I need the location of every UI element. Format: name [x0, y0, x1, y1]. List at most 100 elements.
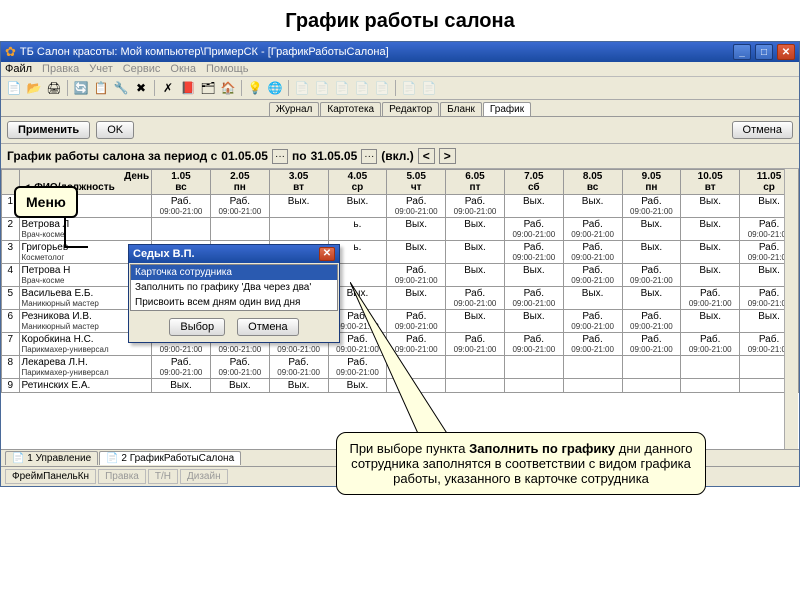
menu-account[interactable]: Учет: [89, 63, 113, 75]
schedule-cell[interactable]: [504, 356, 563, 379]
tab-blank[interactable]: Бланк: [440, 102, 482, 116]
schedule-cell[interactable]: Раб.09:00-21:00: [210, 356, 269, 379]
schedule-cell[interactable]: Вых.: [622, 241, 681, 264]
schedule-cell[interactable]: Вых.: [681, 310, 740, 333]
schedule-cell[interactable]: [387, 379, 446, 393]
schedule-cell[interactable]: Вых.: [210, 379, 269, 393]
popup-close-button[interactable]: ✕: [319, 247, 335, 261]
cancel-icon[interactable]: ✖: [132, 79, 150, 97]
doc-icon[interactable]: 📋: [92, 79, 110, 97]
refresh-icon[interactable]: 🔄: [72, 79, 90, 97]
vertical-scrollbar[interactable]: [784, 169, 798, 449]
schedule-cell[interactable]: Раб.09:00-21:00: [152, 195, 211, 218]
schedule-cell[interactable]: ь.: [328, 218, 387, 241]
schedule-cell[interactable]: Раб.09:00-21:00: [563, 310, 622, 333]
cancel-button[interactable]: Отмена: [732, 121, 793, 139]
doc3-icon[interactable]: 📄: [313, 79, 331, 97]
schedule-cell[interactable]: Вых.: [328, 195, 387, 218]
schedule-cell[interactable]: Раб.09:00-21:00: [504, 333, 563, 356]
schedule-cell[interactable]: Раб.09:00-21:00: [210, 195, 269, 218]
schedule-cell[interactable]: Раб.09:00-21:00: [563, 218, 622, 241]
from-picker-button[interactable]: ···: [272, 149, 288, 164]
schedule-cell[interactable]: Раб.09:00-21:00: [152, 356, 211, 379]
popup-item-fill[interactable]: Заполнить по графику 'Два через два': [131, 280, 337, 295]
doc6-icon[interactable]: 📄: [373, 79, 391, 97]
print-icon[interactable]: 🖨: [45, 79, 63, 97]
schedule-cell[interactable]: Вых.: [446, 241, 505, 264]
schedule-cell[interactable]: Раб.09:00-21:00: [387, 333, 446, 356]
schedule-cell[interactable]: Вых.: [387, 218, 446, 241]
tool-icon[interactable]: 🔧: [112, 79, 130, 97]
x-icon[interactable]: ✗: [159, 79, 177, 97]
schedule-cell[interactable]: Вых.: [328, 379, 387, 393]
doc8-icon[interactable]: 📄: [420, 79, 438, 97]
schedule-cell[interactable]: Раб.09:00-21:00: [563, 264, 622, 287]
menu-edit[interactable]: Правка: [42, 63, 79, 75]
schedule-cell[interactable]: Вых.: [681, 264, 740, 287]
doc2-icon[interactable]: 📄: [293, 79, 311, 97]
employee-cell[interactable]: Лекарева Л.Н.Парикмахер-универсал: [19, 356, 152, 379]
schedule-cell[interactable]: [504, 379, 563, 393]
globe-icon[interactable]: 🌐: [266, 79, 284, 97]
doc4-icon[interactable]: 📄: [333, 79, 351, 97]
popup-choose-button[interactable]: Выбор: [169, 318, 225, 336]
schedule-cell[interactable]: Раб.09:00-21:00: [622, 195, 681, 218]
schedule-cell[interactable]: Вых.: [622, 287, 681, 310]
schedule-cell[interactable]: Вых.: [269, 379, 328, 393]
schedule-cell[interactable]: Вых.: [504, 310, 563, 333]
home-icon[interactable]: 🏠: [219, 79, 237, 97]
menu-service[interactable]: Сервис: [123, 63, 161, 75]
doc5-icon[interactable]: 📄: [353, 79, 371, 97]
schedule-cell[interactable]: Вых.: [563, 287, 622, 310]
schedule-cell[interactable]: Вых.: [446, 218, 505, 241]
employee-cell[interactable]: Ретинских Е.А.: [19, 379, 152, 393]
schedule-cell[interactable]: Раб.09:00-21:00: [563, 333, 622, 356]
schedule-cell[interactable]: Вых.: [563, 195, 622, 218]
schedule-cell[interactable]: [563, 356, 622, 379]
schedule-cell[interactable]: [446, 356, 505, 379]
ok-button[interactable]: OK: [96, 121, 134, 139]
schedule-cell[interactable]: Вых.: [152, 379, 211, 393]
schedule-cell[interactable]: Вых.: [504, 195, 563, 218]
schedule-cell[interactable]: Раб.09:00-21:00: [446, 333, 505, 356]
sheet-tab-2[interactable]: 📄 2 ГрафикРаботыСалона: [99, 451, 241, 465]
apply-button[interactable]: Применить: [7, 121, 90, 139]
schedule-cell[interactable]: Вых.: [681, 218, 740, 241]
schedule-cell[interactable]: Раб.09:00-21:00: [387, 195, 446, 218]
minimize-button[interactable]: _: [733, 44, 751, 60]
schedule-cell[interactable]: [681, 356, 740, 379]
popup-item-card[interactable]: Карточка сотрудника: [131, 265, 337, 280]
schedule-cell[interactable]: [446, 379, 505, 393]
tab-editor[interactable]: Редактор: [382, 102, 439, 116]
schedule-cell[interactable]: Раб.09:00-21:00: [681, 287, 740, 310]
schedule-cell[interactable]: Раб.09:00-21:00: [446, 287, 505, 310]
schedule-cell[interactable]: Раб.09:00-21:00: [681, 333, 740, 356]
menu-file[interactable]: Файл: [5, 63, 32, 75]
schedule-cell[interactable]: Раб.09:00-21:00: [563, 241, 622, 264]
schedule-cell[interactable]: Вых.: [681, 241, 740, 264]
schedule-cell[interactable]: [622, 356, 681, 379]
schedule-cell[interactable]: Вых.: [446, 310, 505, 333]
schedule-cell[interactable]: Раб.09:00-21:00: [504, 218, 563, 241]
tab-schedule[interactable]: График: [483, 102, 531, 116]
popup-cancel-button[interactable]: Отмена: [237, 318, 298, 336]
schedule-cell[interactable]: Раб.09:00-21:00: [387, 264, 446, 287]
schedule-cell[interactable]: [622, 379, 681, 393]
close-button[interactable]: ✕: [777, 44, 795, 60]
schedule-cell[interactable]: Вых.: [504, 264, 563, 287]
schedule-cell[interactable]: [563, 379, 622, 393]
prev-period-button[interactable]: <: [418, 148, 435, 164]
new-icon[interactable]: 📄: [5, 79, 23, 97]
schedule-cell[interactable]: Раб.09:00-21:00: [622, 310, 681, 333]
schedule-cell[interactable]: Раб.09:00-21:00: [328, 356, 387, 379]
schedule-cell[interactable]: Вых.: [387, 287, 446, 310]
popup-item-assign[interactable]: Присвоить всем дням один вид дня: [131, 295, 337, 310]
schedule-cell[interactable]: Раб.09:00-21:00: [504, 241, 563, 264]
schedule-cell[interactable]: [210, 218, 269, 241]
next-period-button[interactable]: >: [439, 148, 456, 164]
schedule-cell[interactable]: Раб.09:00-21:00: [622, 264, 681, 287]
schedule-cell[interactable]: [269, 218, 328, 241]
schedule-cell[interactable]: Вых.: [387, 241, 446, 264]
schedule-cell[interactable]: Вых.: [622, 218, 681, 241]
open-icon[interactable]: 📂: [25, 79, 43, 97]
